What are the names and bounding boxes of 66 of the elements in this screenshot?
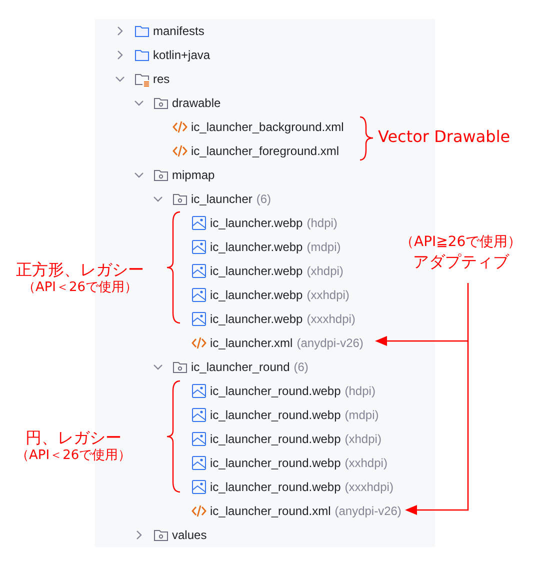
density-qualifier: (xxhdpi) [344, 456, 388, 470]
folder-icon [172, 191, 188, 207]
file-name[interactable]: ic_launcher.webp [210, 216, 303, 230]
density-qualifier: (xxhdpi) [306, 288, 350, 302]
image-file-icon [191, 455, 207, 471]
file-name[interactable]: ic_launcher_round.webp [210, 456, 341, 470]
file-name[interactable]: ic_launcher.xml [210, 336, 293, 350]
file-name[interactable]: ic_launcher_round.xml [210, 504, 331, 518]
annotation-text: アダプティブ [412, 252, 509, 272]
image-file-icon [191, 383, 207, 399]
file-name[interactable]: drawable [172, 96, 221, 110]
file-name[interactable]: ic_launcher_foreground.xml [191, 144, 340, 158]
image-file-icon [191, 431, 207, 447]
density-qualifier: (hdpi) [344, 384, 376, 398]
density-qualifier: (hdpi) [306, 216, 338, 230]
annotation-text: （API＜26で使用） [22, 280, 138, 296]
file-name[interactable]: ic_launcher_round.webp [210, 384, 341, 398]
image-file-icon [191, 215, 207, 231]
folder-icon [153, 527, 169, 543]
file-name[interactable]: ic_launcher.webp [210, 312, 303, 326]
annotation-text: （API≧26で使用） [400, 234, 522, 252]
file-name[interactable]: ic_launcher.webp [210, 240, 303, 254]
file-name[interactable]: manifests [153, 24, 204, 38]
density-qualifier: (xhdpi) [306, 264, 344, 278]
image-file-icon [191, 311, 207, 327]
folder-icon [134, 23, 150, 39]
folder-icon [153, 167, 169, 183]
file-name[interactable]: mipmap [172, 168, 215, 182]
file-name[interactable]: ic_launcher_round.webp [210, 480, 341, 494]
folder-icon [134, 47, 150, 63]
file-name[interactable]: ic_launcher [191, 192, 252, 206]
image-file-icon [191, 479, 207, 495]
file-name[interactable]: kotlin+java [153, 48, 210, 62]
folder-icon [172, 359, 188, 375]
annotation-text: （API＜26で使用） [16, 448, 132, 464]
annotation-text: 円、レガシー [26, 428, 122, 448]
code-tag-icon [191, 335, 207, 351]
item-count: (6) [294, 360, 308, 374]
item-count: (6) [256, 192, 272, 206]
annotation-text: Vector Drawable [378, 127, 510, 147]
image-file-icon [191, 239, 207, 255]
density-qualifier: (xhdpi) [344, 432, 382, 446]
file-name[interactable]: ic_launcher.webp [210, 264, 303, 278]
folder-icon [153, 95, 169, 111]
file-name[interactable]: res [153, 72, 170, 86]
file-name[interactable]: ic_launcher_round.webp [210, 432, 341, 446]
code-tag-icon [172, 143, 188, 159]
file-name[interactable]: values [172, 528, 207, 542]
density-qualifier: (xxxhdpi) [306, 312, 356, 326]
code-tag-icon [191, 503, 207, 519]
file-name[interactable]: ic_launcher.webp [210, 288, 303, 302]
file-name[interactable]: ic_launcher_background.xml [191, 120, 344, 134]
brace [360, 116, 374, 161]
code-tag-icon [172, 119, 188, 135]
density-qualifier: (xxxhdpi) [344, 480, 394, 494]
file-name[interactable]: ic_launcher_round.webp [210, 408, 341, 422]
resource-folder-icon [134, 71, 150, 87]
file-name[interactable]: ic_launcher_round [191, 360, 290, 374]
annotation-text: 正方形、レガシー [16, 260, 144, 280]
density-qualifier: (mdpi) [306, 240, 341, 254]
density-qualifier: (anydpi-v26) [334, 504, 402, 518]
image-file-icon [191, 263, 207, 279]
image-file-icon [191, 407, 207, 423]
density-qualifier: (anydpi-v26) [296, 336, 364, 350]
image-file-icon [191, 287, 207, 303]
density-qualifier: (mdpi) [344, 408, 379, 422]
